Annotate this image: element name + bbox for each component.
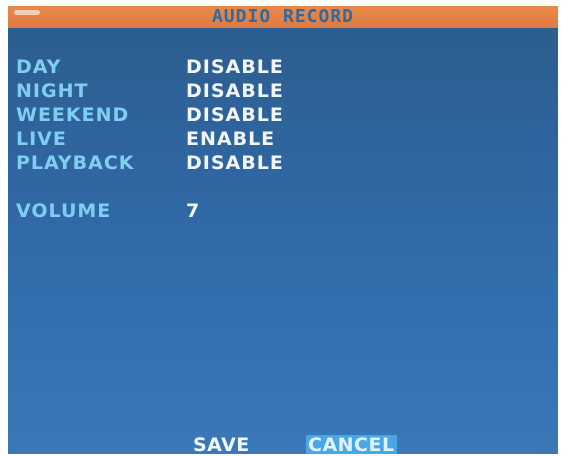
volume-value[interactable]: 7: [186, 199, 200, 223]
night-value[interactable]: DISABLE: [186, 79, 284, 103]
day-label: DAY: [16, 56, 62, 78]
playback-value[interactable]: DISABLE: [186, 151, 284, 175]
volume-label: VOLUME: [16, 200, 112, 222]
cancel-button[interactable]: CANCEL: [306, 435, 397, 454]
day-value[interactable]: DISABLE: [186, 55, 284, 79]
title-bar: AUDIO RECORD: [8, 6, 558, 28]
weekend-label: WEEKEND: [16, 104, 130, 126]
monitor-frame: AUDIO RECORD DAY DISABLE NIGHT DISABLE W…: [0, 0, 570, 456]
playback-label: PLAYBACK: [16, 152, 135, 174]
weekend-value[interactable]: DISABLE: [186, 103, 284, 127]
osd-screen: AUDIO RECORD DAY DISABLE NIGHT DISABLE W…: [8, 6, 558, 454]
save-button[interactable]: SAVE: [193, 435, 250, 454]
screen-glare: [14, 10, 40, 15]
live-value[interactable]: ENABLE: [186, 127, 275, 151]
night-label: NIGHT: [16, 80, 89, 102]
live-label: LIVE: [16, 128, 67, 150]
page-title: AUDIO RECORD: [211, 6, 355, 27]
